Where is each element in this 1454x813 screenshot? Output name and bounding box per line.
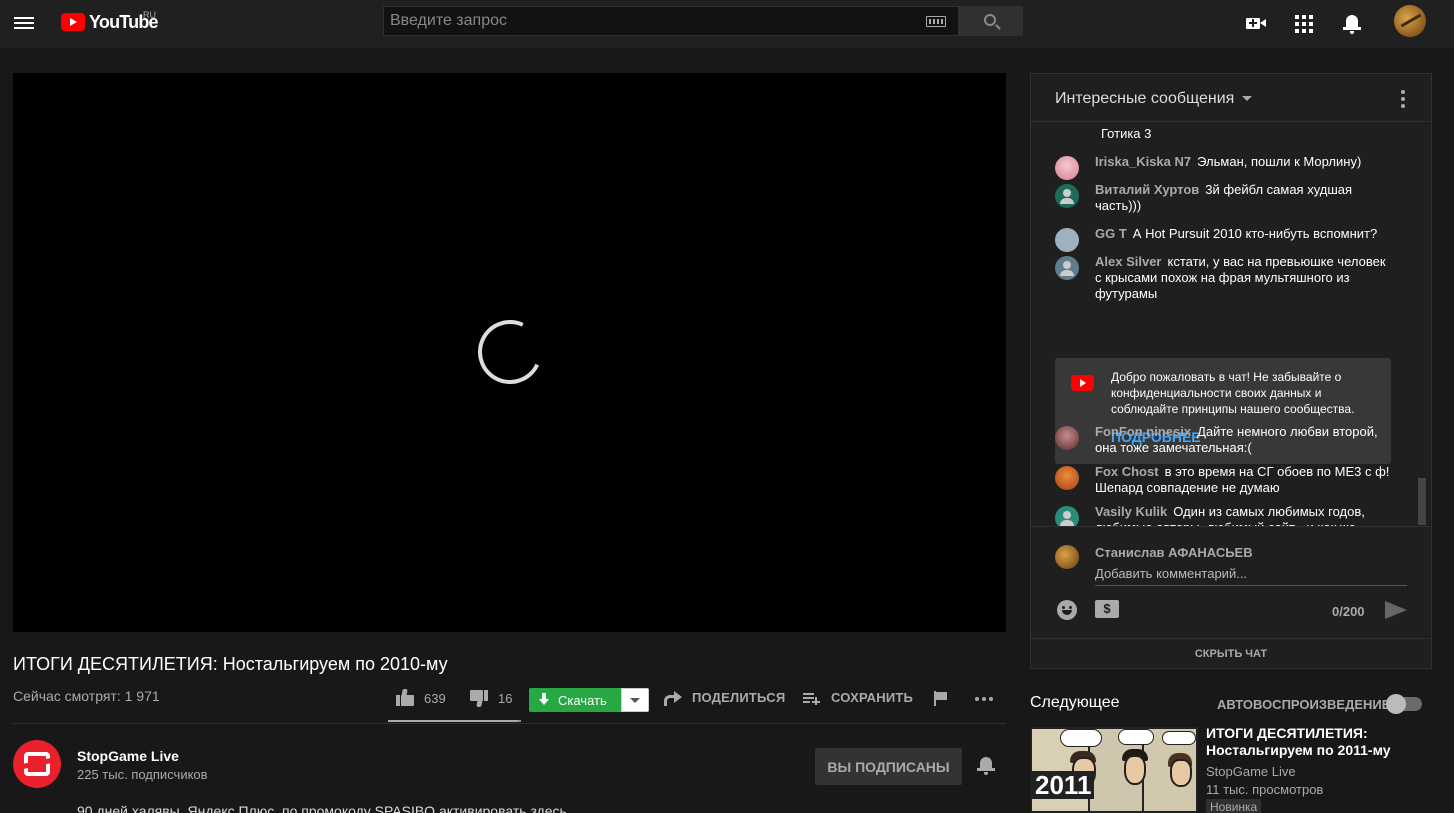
chat-avatar[interactable] [1055, 156, 1079, 180]
save-icon [803, 691, 821, 705]
more-icon[interactable] [975, 697, 993, 701]
youtube-logo-icon [1071, 375, 1094, 391]
welcome-text: Добро пожаловать в чат! Не забывайте о к… [1111, 370, 1355, 416]
like-button[interactable]: 639 [396, 689, 446, 707]
chat-message: Alex Silver кстати, у вас на превьюшке че… [1055, 254, 1391, 302]
channel-avatar[interactable] [13, 740, 61, 788]
masthead: YouTube RU [0, 0, 1454, 48]
dislike-icon [470, 689, 488, 707]
video-player[interactable] [13, 73, 1006, 632]
create-video-icon[interactable] [1244, 12, 1268, 36]
chat-author[interactable]: Alex Silver [1095, 254, 1162, 269]
subscribed-button[interactable]: ВЫ ПОДПИСАНЫ [815, 748, 962, 785]
loading-spinner-icon [468, 310, 552, 394]
chevron-down-icon[interactable] [1242, 96, 1252, 101]
chat-message: Виталий Хуртов 3й фейбл самая худшая част… [1055, 182, 1391, 214]
char-counter: 0/200 [1332, 604, 1365, 619]
menu-icon[interactable] [14, 12, 36, 34]
chat-scrollbar[interactable] [1418, 478, 1426, 525]
chat-author[interactable]: FonFon ninesix [1095, 424, 1191, 439]
channel-name[interactable]: StopGame Live [77, 748, 179, 764]
download-button[interactable]: Скачать [529, 688, 649, 712]
download-dropdown-button[interactable] [621, 688, 649, 712]
user-avatar [1055, 545, 1079, 569]
notifications-icon[interactable] [1340, 12, 1364, 36]
chat-message: Iriska_Kiska N7 Эльман, пошли к Морлину) [1055, 154, 1391, 180]
chat-user-name: Станислав АФАНАСЬЕВ [1095, 545, 1253, 560]
chat-avatar[interactable] [1055, 426, 1079, 450]
chat-messages[interactable]: Готика 3 Iriska_Kiska N7 Эльман, пошли к … [1031, 122, 1417, 526]
chat-text: А Hot Pursuit 2010 кто-нибуть вспомнит? [1132, 226, 1378, 241]
chat-author[interactable]: Vasily Kulik [1095, 504, 1167, 519]
divider [13, 723, 1006, 724]
thumbnail-year: 2011 [1032, 771, 1095, 799]
chat-text: Готика 3 [1101, 126, 1152, 141]
user-avatar[interactable] [1394, 5, 1426, 37]
download-label: Скачать [558, 692, 607, 708]
view-count: Сейчас смотрят: 1 971 [13, 688, 160, 704]
search-box [383, 6, 959, 36]
share-label: ПОДЕЛИТЬСЯ [692, 690, 786, 705]
share-button[interactable]: ПОДЕЛИТЬСЯ [664, 690, 786, 706]
chat-input-area: Станислав АФАНАСЬЕВ Добавить комментарий… [1031, 526, 1431, 638]
live-chat: Интересные сообщения Готика 3 Iriska_Kis… [1030, 73, 1432, 669]
new-badge: Новинка [1206, 799, 1262, 813]
chat-avatar[interactable] [1055, 466, 1079, 490]
super-chat-icon[interactable]: $ [1095, 600, 1119, 618]
chat-message: FonFon ninesix Дайте немного любви второй… [1055, 424, 1391, 456]
chat-text: Эльман, пошли к Морлину) [1197, 154, 1362, 169]
search-button[interactable] [958, 6, 1023, 36]
emoji-icon[interactable] [1057, 600, 1077, 620]
up-next-heading: Следующее [1030, 694, 1120, 711]
recommended-title[interactable]: ИТОГИ ДЕСЯТИЛЕТИЯ: Ностальгируем по 2011… [1206, 725, 1436, 759]
bell-icon[interactable] [975, 754, 997, 776]
like-icon [396, 689, 414, 707]
chat-author[interactable]: Iriska_Kiska N7 [1095, 154, 1191, 169]
chat-header: Интересные сообщения [1031, 74, 1431, 122]
video-description: 90 дней халявы, Яндекс.Плюс, по промокод… [77, 803, 567, 813]
dislike-button[interactable]: 16 [470, 689, 512, 707]
save-button[interactable]: СОХРАНИТЬ [803, 690, 913, 705]
chat-message: Vasily Kulik Один из самых любимых годов,… [1055, 504, 1391, 526]
recommended-channel[interactable]: StopGame Live [1206, 764, 1296, 779]
youtube-logo-icon [61, 13, 85, 31]
chat-message: Fox Chost в это время на СГ обоев по МЕ3 … [1055, 464, 1391, 496]
sentiment-bar [388, 720, 521, 722]
chat-message: Готика 3 [1055, 126, 1391, 142]
chat-avatar[interactable] [1055, 228, 1079, 252]
search-icon [984, 14, 996, 26]
hide-chat-button[interactable]: СКРЫТЬ ЧАТ [1031, 638, 1431, 668]
download-icon [539, 693, 549, 707]
dislike-count: 16 [498, 690, 513, 706]
report-flag-icon[interactable] [933, 691, 949, 707]
video-title: ИТОГИ ДЕСЯТИЛЕТИЯ: Ностальгируем по 2010… [13, 654, 448, 674]
chat-input[interactable]: Добавить комментарий... [1095, 566, 1407, 586]
recommended-views: 11 тыс. просмотров [1206, 782, 1324, 797]
chat-author[interactable]: Fox Chost [1095, 464, 1159, 479]
chat-author[interactable]: Виталий Хуртов [1095, 182, 1199, 197]
chat-author[interactable]: GG T [1095, 226, 1127, 241]
autoplay-label: АВТОВОСПРОИЗВЕДЕНИЕ [1217, 697, 1391, 712]
like-count: 639 [424, 690, 446, 706]
chat-more-icon[interactable] [1401, 90, 1405, 108]
apps-icon[interactable] [1292, 12, 1316, 36]
channel-subscribers: 225 тыс. подписчиков [77, 767, 208, 782]
autoplay-toggle[interactable] [1386, 694, 1422, 714]
keyboard-icon[interactable] [926, 16, 946, 27]
share-icon [664, 690, 682, 706]
search-input[interactable] [384, 7, 904, 35]
chat-avatar[interactable] [1055, 506, 1079, 526]
recommended-thumbnail[interactable]: 2011 [1030, 727, 1198, 813]
chat-avatar[interactable] [1055, 184, 1079, 208]
send-icon[interactable] [1385, 601, 1407, 619]
region-code: RU [143, 10, 156, 20]
chat-avatar[interactable] [1055, 256, 1079, 280]
chat-mode-selector[interactable]: Интересные сообщения [1055, 90, 1234, 108]
save-label: СОХРАНИТЬ [831, 690, 914, 705]
chat-message: GG T А Hot Pursuit 2010 кто-нибуть вспомн… [1055, 226, 1391, 252]
